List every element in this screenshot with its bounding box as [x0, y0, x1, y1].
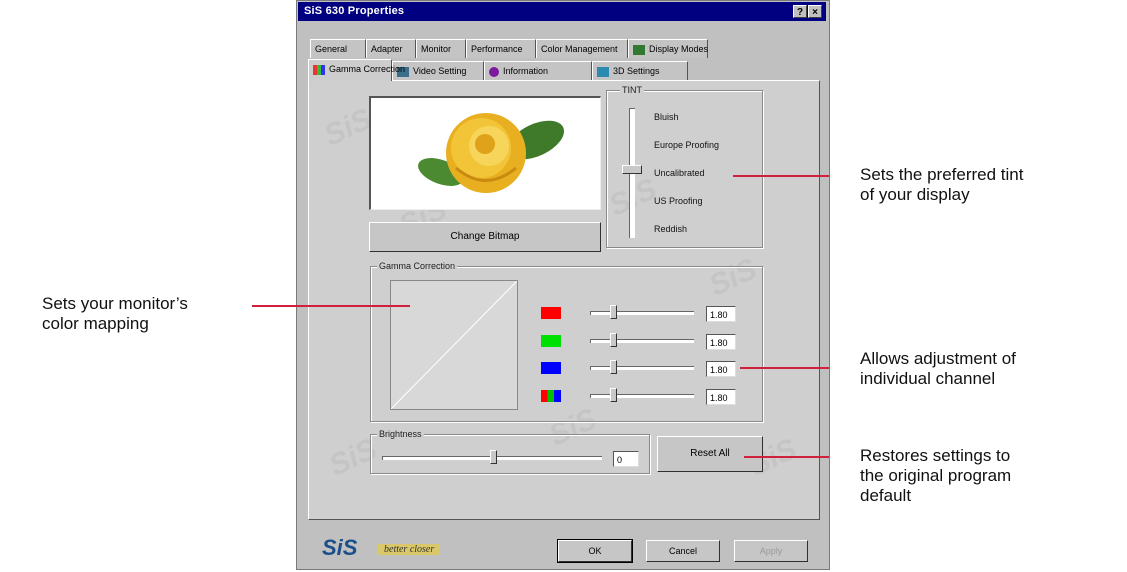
callout-text: of your display [860, 185, 970, 204]
tint-option: Bluish [654, 112, 679, 122]
tab-gamma-correction[interactable]: Gamma Correction [308, 59, 405, 81]
gamma-callout-line [252, 305, 410, 307]
sis-logo: SiS [322, 535, 358, 560]
callout-text: Sets your monitor’s [42, 294, 188, 313]
tint-option: Reddish [654, 224, 688, 234]
gamma-curve [390, 280, 518, 410]
info-icon [489, 66, 499, 77]
red-channel-thumb[interactable] [610, 305, 617, 319]
gamma-curve-line [390, 280, 518, 410]
channel-callout-line [740, 367, 829, 369]
tab-monitor[interactable]: Monitor [416, 39, 466, 58]
rose-image [418, 113, 565, 193]
tab-3d-settings[interactable]: 3D Settings [592, 61, 688, 80]
change-bitmap-button[interactable]: Change Bitmap [369, 222, 601, 252]
tint-option: Uncalibrated [654, 168, 705, 178]
green-channel-swatch [541, 335, 561, 347]
tab-display-modes[interactable]: Display Modes [628, 39, 708, 58]
blue-channel-value[interactable]: 1.80 [706, 361, 736, 377]
cancel-button[interactable]: Cancel [646, 540, 720, 562]
red-channel-value[interactable]: 1.80 [706, 306, 736, 322]
help-button[interactable]: ? [793, 5, 807, 18]
tint-option: US Proofing [654, 196, 703, 206]
preview-image [369, 96, 601, 210]
green-channel-value[interactable]: 1.80 [706, 334, 736, 350]
tab-video-setting[interactable]: Video Setting [392, 61, 484, 80]
callout-text: Allows adjustment of [860, 349, 1016, 368]
callout-text: Sets the preferred tint [860, 165, 1024, 184]
tint-callout-line [733, 175, 829, 177]
tab-information[interactable]: Information [484, 61, 592, 80]
callout-text: default [860, 486, 912, 505]
tint-group-label: TINT [620, 85, 644, 95]
all-channel-thumb[interactable] [610, 388, 617, 402]
cube-icon [597, 66, 609, 77]
brightness-thumb[interactable] [490, 450, 497, 464]
callout-text: the original program [860, 466, 1012, 485]
apply-button[interactable]: Apply [734, 540, 808, 562]
callout-text: Restores settings to [860, 446, 1011, 465]
tab-general[interactable]: General [310, 39, 366, 58]
green-channel-thumb[interactable] [610, 333, 617, 347]
reset-all-button[interactable]: Reset All [657, 436, 763, 472]
tab-adapter[interactable]: Adapter [366, 39, 416, 58]
red-channel-slider[interactable] [590, 311, 694, 315]
blue-channel-swatch [541, 362, 561, 374]
reset-callout: Restores settings to the original progra… [860, 446, 1011, 506]
display-modes-icon [633, 44, 645, 55]
red-channel-swatch [541, 307, 561, 319]
gamma-group-label: Gamma Correction [377, 261, 458, 271]
window-title: SiS 630 Properties [304, 5, 405, 17]
tint-callout: Sets the preferred tint of your display [860, 165, 1023, 205]
blue-channel-thumb[interactable] [610, 360, 617, 374]
tint-slider-thumb[interactable] [622, 165, 642, 174]
tagline: better closer [378, 544, 441, 555]
callout-text: color mapping [42, 314, 149, 333]
all-channel-slider[interactable] [590, 394, 694, 398]
brightness-value[interactable]: 0 [613, 451, 639, 467]
gamma-icon [313, 64, 325, 75]
green-channel-slider[interactable] [590, 339, 694, 343]
tint-option: Europe Proofing [654, 140, 720, 150]
all-channel-swatch [541, 390, 561, 402]
callout-text: individual channel [860, 369, 996, 388]
ok-button[interactable]: OK [557, 539, 633, 563]
close-button[interactable]: × [808, 5, 822, 18]
all-channel-value[interactable]: 1.80 [706, 389, 736, 405]
brightness-group [370, 434, 650, 474]
blue-channel-slider[interactable] [590, 366, 694, 370]
gamma-callout: Sets your monitor’s color mapping [42, 294, 188, 334]
brightness-group-label: Brightness [377, 429, 424, 439]
reset-callout-line [744, 456, 829, 458]
title-bar: SiS 630 Properties ? × [298, 2, 826, 21]
tab-color-management[interactable]: Color Management [536, 39, 628, 58]
channel-callout: Allows adjustment of individual channel [860, 349, 1016, 389]
tab-performance[interactable]: Performance [466, 39, 536, 58]
